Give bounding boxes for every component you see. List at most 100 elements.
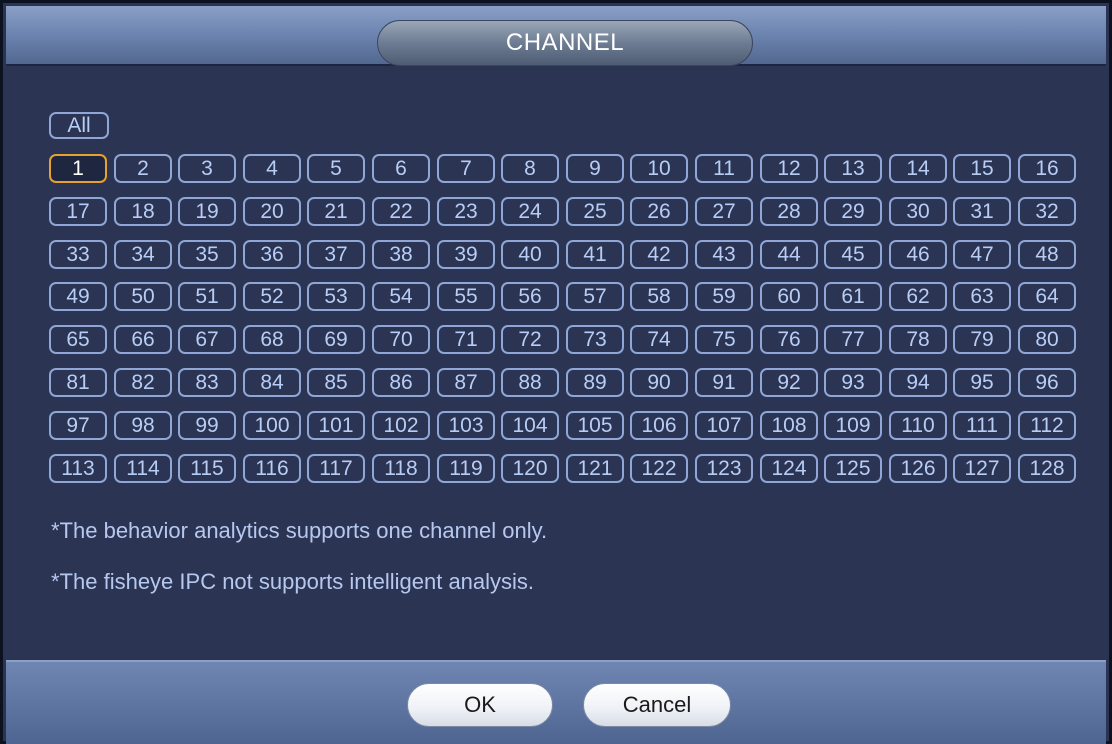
channel-button-70[interactable]: 70: [372, 325, 430, 354]
channel-button-49[interactable]: 49: [49, 282, 107, 311]
channel-button-43[interactable]: 43: [695, 240, 753, 269]
channel-button-122[interactable]: 122: [630, 454, 688, 483]
channel-button-78[interactable]: 78: [889, 325, 947, 354]
all-channels-button[interactable]: All: [49, 112, 109, 139]
channel-button-5[interactable]: 5: [307, 154, 365, 183]
channel-button-117[interactable]: 117: [307, 454, 365, 483]
channel-button-114[interactable]: 114: [114, 454, 172, 483]
channel-button-3[interactable]: 3: [178, 154, 236, 183]
channel-button-24[interactable]: 24: [501, 197, 559, 226]
channel-button-23[interactable]: 23: [437, 197, 495, 226]
channel-button-124[interactable]: 124: [760, 454, 818, 483]
channel-button-98[interactable]: 98: [114, 411, 172, 440]
channel-button-92[interactable]: 92: [760, 368, 818, 397]
channel-button-41[interactable]: 41: [566, 240, 624, 269]
channel-button-95[interactable]: 95: [953, 368, 1011, 397]
channel-button-90[interactable]: 90: [630, 368, 688, 397]
channel-button-73[interactable]: 73: [566, 325, 624, 354]
channel-button-15[interactable]: 15: [953, 154, 1011, 183]
channel-button-9[interactable]: 9: [566, 154, 624, 183]
channel-button-22[interactable]: 22: [372, 197, 430, 226]
channel-button-85[interactable]: 85: [307, 368, 365, 397]
channel-button-116[interactable]: 116: [243, 454, 301, 483]
channel-button-12[interactable]: 12: [760, 154, 818, 183]
channel-button-45[interactable]: 45: [824, 240, 882, 269]
channel-button-93[interactable]: 93: [824, 368, 882, 397]
channel-button-76[interactable]: 76: [760, 325, 818, 354]
channel-button-27[interactable]: 27: [695, 197, 753, 226]
channel-button-40[interactable]: 40: [501, 240, 559, 269]
channel-button-103[interactable]: 103: [437, 411, 495, 440]
channel-button-59[interactable]: 59: [695, 282, 753, 311]
channel-button-86[interactable]: 86: [372, 368, 430, 397]
channel-button-21[interactable]: 21: [307, 197, 365, 226]
channel-button-118[interactable]: 118: [372, 454, 430, 483]
channel-button-58[interactable]: 58: [630, 282, 688, 311]
channel-button-35[interactable]: 35: [178, 240, 236, 269]
channel-button-65[interactable]: 65: [49, 325, 107, 354]
channel-button-13[interactable]: 13: [824, 154, 882, 183]
channel-button-39[interactable]: 39: [437, 240, 495, 269]
channel-button-1[interactable]: 1: [49, 154, 107, 183]
channel-button-110[interactable]: 110: [889, 411, 947, 440]
channel-button-8[interactable]: 8: [501, 154, 559, 183]
channel-button-67[interactable]: 67: [178, 325, 236, 354]
channel-button-119[interactable]: 119: [437, 454, 495, 483]
channel-button-50[interactable]: 50: [114, 282, 172, 311]
channel-button-66[interactable]: 66: [114, 325, 172, 354]
channel-button-111[interactable]: 111: [953, 411, 1011, 440]
channel-button-69[interactable]: 69: [307, 325, 365, 354]
channel-button-125[interactable]: 125: [824, 454, 882, 483]
channel-button-38[interactable]: 38: [372, 240, 430, 269]
channel-button-33[interactable]: 33: [49, 240, 107, 269]
cancel-button[interactable]: Cancel: [583, 683, 731, 727]
channel-button-74[interactable]: 74: [630, 325, 688, 354]
channel-button-109[interactable]: 109: [824, 411, 882, 440]
channel-button-94[interactable]: 94: [889, 368, 947, 397]
channel-button-10[interactable]: 10: [630, 154, 688, 183]
channel-button-108[interactable]: 108: [760, 411, 818, 440]
channel-button-75[interactable]: 75: [695, 325, 753, 354]
channel-button-71[interactable]: 71: [437, 325, 495, 354]
channel-button-100[interactable]: 100: [243, 411, 301, 440]
channel-button-97[interactable]: 97: [49, 411, 107, 440]
channel-button-53[interactable]: 53: [307, 282, 365, 311]
channel-button-87[interactable]: 87: [437, 368, 495, 397]
channel-button-123[interactable]: 123: [695, 454, 753, 483]
channel-button-88[interactable]: 88: [501, 368, 559, 397]
channel-button-99[interactable]: 99: [178, 411, 236, 440]
channel-button-56[interactable]: 56: [501, 282, 559, 311]
channel-button-64[interactable]: 64: [1018, 282, 1076, 311]
channel-button-60[interactable]: 60: [760, 282, 818, 311]
channel-button-42[interactable]: 42: [630, 240, 688, 269]
channel-button-19[interactable]: 19: [178, 197, 236, 226]
channel-button-106[interactable]: 106: [630, 411, 688, 440]
channel-button-96[interactable]: 96: [1018, 368, 1076, 397]
channel-button-89[interactable]: 89: [566, 368, 624, 397]
channel-button-31[interactable]: 31: [953, 197, 1011, 226]
channel-button-62[interactable]: 62: [889, 282, 947, 311]
channel-button-126[interactable]: 126: [889, 454, 947, 483]
channel-button-17[interactable]: 17: [49, 197, 107, 226]
channel-button-128[interactable]: 128: [1018, 454, 1076, 483]
channel-button-46[interactable]: 46: [889, 240, 947, 269]
channel-button-51[interactable]: 51: [178, 282, 236, 311]
channel-button-82[interactable]: 82: [114, 368, 172, 397]
channel-button-34[interactable]: 34: [114, 240, 172, 269]
channel-button-63[interactable]: 63: [953, 282, 1011, 311]
channel-button-36[interactable]: 36: [243, 240, 301, 269]
channel-button-107[interactable]: 107: [695, 411, 753, 440]
channel-button-113[interactable]: 113: [49, 454, 107, 483]
channel-button-72[interactable]: 72: [501, 325, 559, 354]
channel-button-112[interactable]: 112: [1018, 411, 1076, 440]
channel-button-2[interactable]: 2: [114, 154, 172, 183]
channel-button-54[interactable]: 54: [372, 282, 430, 311]
channel-button-84[interactable]: 84: [243, 368, 301, 397]
channel-button-81[interactable]: 81: [49, 368, 107, 397]
channel-button-4[interactable]: 4: [243, 154, 301, 183]
channel-button-47[interactable]: 47: [953, 240, 1011, 269]
channel-button-6[interactable]: 6: [372, 154, 430, 183]
channel-button-77[interactable]: 77: [824, 325, 882, 354]
channel-button-105[interactable]: 105: [566, 411, 624, 440]
channel-button-91[interactable]: 91: [695, 368, 753, 397]
